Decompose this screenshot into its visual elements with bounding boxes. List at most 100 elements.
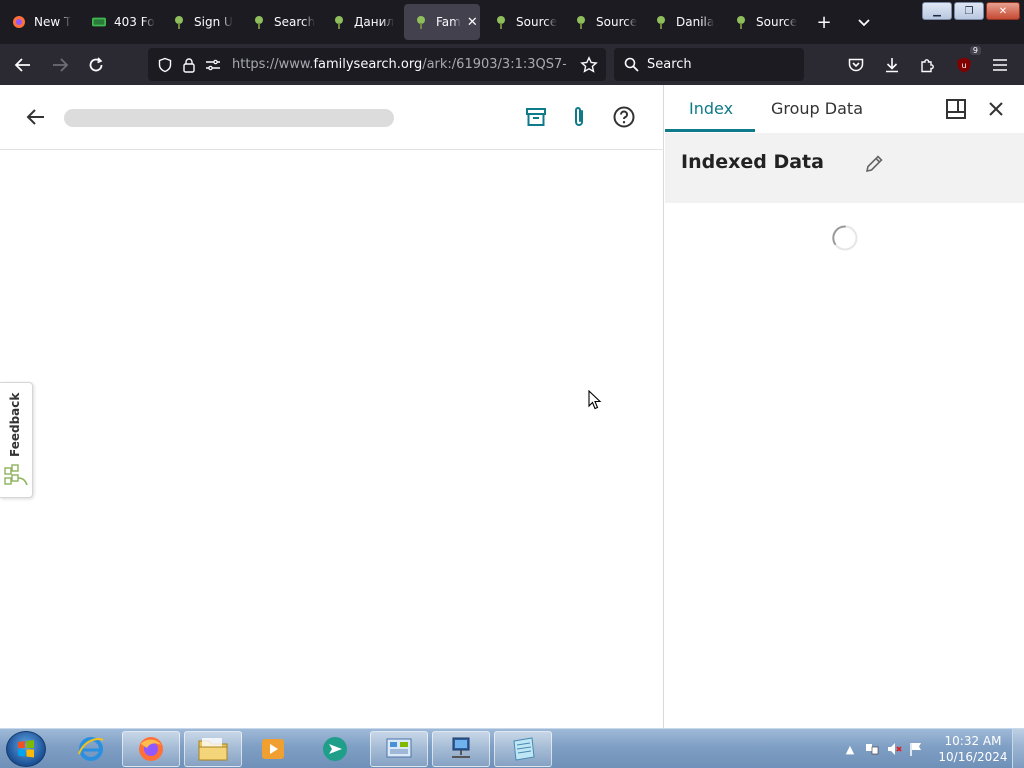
arrow-left-icon: [14, 58, 30, 72]
downloads-button[interactable]: [879, 52, 905, 78]
close-panel-button[interactable]: [984, 97, 1008, 121]
reload-button[interactable]: [83, 52, 109, 78]
taskbar-firefox[interactable]: [122, 731, 180, 767]
familysearch-tree-icon: [654, 15, 668, 29]
close-icon[interactable]: ✕: [467, 15, 478, 30]
taskbar-clock[interactable]: 10:32 AM 10/16/2024: [936, 733, 1010, 765]
tab-new-tab[interactable]: New T: [2, 4, 76, 40]
familysearch-tree-icon: [332, 15, 346, 29]
navigation-toolbar: https://www.familysearch.org/ark:/61903/…: [0, 44, 1024, 85]
app-arrow-icon: [323, 737, 347, 761]
action-center-flag-icon[interactable]: [908, 741, 924, 757]
archive-button[interactable]: [524, 105, 548, 129]
tab-label: Данил: [354, 15, 395, 29]
search-bar[interactable]: Search: [614, 48, 804, 81]
tab-sign-up[interactable]: Sign U: [162, 4, 236, 40]
attach-button[interactable]: [567, 105, 591, 129]
archive-icon: [526, 108, 546, 126]
familysearch-tree-icon: [4, 464, 28, 486]
plus-icon: +: [816, 11, 832, 33]
familysearch-tree-icon: [172, 15, 186, 29]
tab-group-data[interactable]: Group Data: [771, 99, 863, 118]
tab-search[interactable]: Search: [242, 4, 316, 40]
pocket-button[interactable]: [843, 52, 869, 78]
network-icon[interactable]: [864, 741, 880, 757]
side-panel-tabs: Index Group Data: [665, 85, 1024, 133]
close-window-button[interactable]: ✕: [986, 2, 1020, 20]
lock-icon[interactable]: [178, 54, 200, 76]
taskbar-notepad[interactable]: [494, 731, 552, 767]
ublock-icon: u: [957, 57, 971, 73]
arrow-left-icon: [26, 109, 44, 125]
tab-403-forbidden[interactable]: 403 Fo: [82, 4, 156, 40]
tab-source-1[interactable]: Source: [484, 4, 558, 40]
tab-familysearch-active[interactable]: Fam ✕: [404, 4, 480, 40]
puzzle-icon: [921, 59, 934, 73]
tab-danila[interactable]: Danila: [644, 4, 718, 40]
panel-layout-button[interactable]: [944, 97, 968, 121]
tab-label: Source: [596, 15, 638, 29]
shield-icon[interactable]: [154, 54, 176, 76]
taskbar-network-computer[interactable]: [432, 731, 490, 767]
tab-label: Source: [756, 15, 798, 29]
restore-button[interactable]: ❐: [954, 2, 984, 20]
permissions-icon[interactable]: [202, 54, 224, 76]
reload-icon: [89, 57, 103, 72]
internet-explorer-icon: [78, 737, 104, 761]
list-all-tabs-button[interactable]: [850, 8, 878, 36]
taskbar-app-circle[interactable]: [306, 731, 364, 767]
taskbar-control-panel[interactable]: [370, 731, 428, 767]
new-tab-button[interactable]: +: [810, 8, 838, 36]
close-icon: [989, 102, 1003, 116]
show-hidden-icons-icon[interactable]: ▲: [842, 741, 858, 757]
tab-index[interactable]: Index: [689, 99, 733, 118]
taskbar-file-explorer[interactable]: [184, 731, 242, 767]
feedback-tab[interactable]: Feedback: [0, 382, 33, 498]
help-button[interactable]: [612, 105, 636, 129]
clock-date: 10/16/2024: [938, 750, 1008, 764]
tab-danil-cyrillic[interactable]: Данил: [322, 4, 396, 40]
extensions-button[interactable]: [915, 52, 941, 78]
tab-label: Fam: [436, 15, 461, 29]
windows-logo-icon: [18, 740, 34, 758]
tab-source-3[interactable]: Source: [724, 4, 798, 40]
edit-button[interactable]: [863, 153, 887, 177]
pocket-icon: [848, 58, 864, 72]
paperclip-icon: [575, 107, 583, 126]
feedback-label: Feedback: [8, 392, 22, 457]
search-icon: [624, 57, 639, 72]
familysearch-tree-icon: [414, 15, 428, 29]
start-button[interactable]: [6, 731, 46, 767]
back-button[interactable]: [10, 52, 36, 78]
app-menu-button[interactable]: [987, 52, 1013, 78]
chevron-down-icon: [858, 19, 870, 27]
image-viewer-pane: Feedback: [0, 85, 664, 728]
notepad-icon: [513, 737, 535, 761]
familysearch-tree-icon: [494, 15, 508, 29]
ublock-origin-button[interactable]: u 9: [951, 46, 981, 78]
back-navigation-button[interactable]: [24, 105, 48, 129]
extension-badge-count: 9: [969, 46, 981, 55]
restore-icon: ❐: [964, 5, 974, 17]
taskbar-media-player[interactable]: [244, 731, 302, 767]
url-bar[interactable]: https://www.familysearch.org/ark:/61903/…: [148, 48, 606, 81]
search-placeholder: Search: [647, 57, 692, 72]
familysearch-tree-icon: [734, 15, 748, 29]
volume-muted-icon[interactable]: [886, 741, 902, 757]
taskbar-internet-explorer[interactable]: [62, 731, 120, 767]
panel-layout-icon: [946, 99, 966, 119]
bookmark-star-icon[interactable]: [578, 54, 600, 76]
url-prefix: https://www.: [232, 57, 314, 72]
mouse-pointer-icon: [588, 390, 602, 410]
familysearch-tree-icon: [574, 15, 588, 29]
minimize-icon: ▁: [933, 5, 941, 17]
hamburger-menu-icon: [993, 59, 1007, 71]
familysearch-tree-icon: [252, 15, 266, 29]
show-desktop-button[interactable]: [1012, 729, 1024, 768]
minimize-button[interactable]: ▁: [922, 2, 952, 20]
forward-button[interactable]: [47, 52, 73, 78]
windows-taskbar: ▲ 10:32 AM 10/16/2024: [0, 728, 1024, 768]
svg-text:u: u: [961, 61, 966, 70]
tab-source-2[interactable]: Source: [564, 4, 638, 40]
index-side-panel: Index Group Data Indexed Data: [665, 85, 1024, 728]
